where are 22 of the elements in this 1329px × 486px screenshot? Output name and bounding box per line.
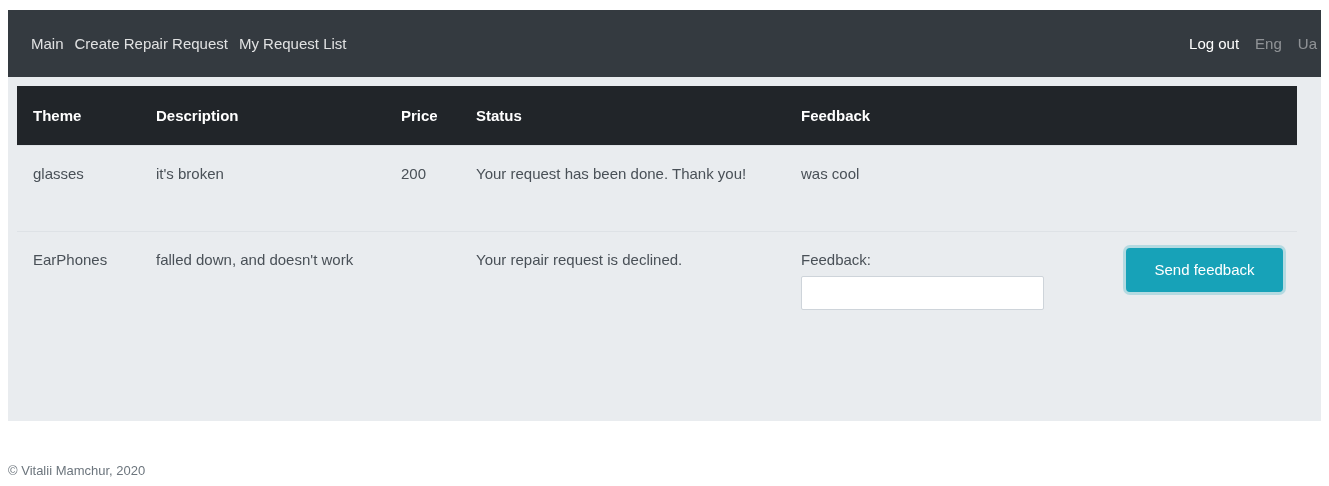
logout-link[interactable]: Log out — [1185, 35, 1244, 52]
table-cell: glasses — [17, 145, 140, 231]
table-cell: 200 — [385, 145, 460, 231]
feedback-field[interactable] — [801, 275, 1044, 310]
column-header: Status — [460, 86, 785, 145]
table-cell: EarPhones — [17, 231, 140, 324]
field-label: Feedback: — [801, 249, 873, 270]
table-cell: was cool — [785, 145, 1110, 231]
copyright-text: © Vitalii Mamchur, 2020 — [8, 462, 147, 478]
column-header: Feedback — [785, 86, 1110, 145]
table-cell: Your repair request is declined. — [460, 231, 785, 324]
nav-link[interactable]: Create Repair Request — [70, 35, 232, 52]
language-link[interactable]: Ua — [1293, 35, 1321, 52]
nav-link[interactable]: Main — [27, 35, 68, 52]
table-cell: Your request has been done. Thank you! — [460, 145, 785, 231]
column-header: Price — [385, 86, 460, 145]
table-cell: falled down, and doesn't work — [140, 231, 385, 324]
language-link[interactable]: Eng — [1251, 35, 1286, 52]
column-header: Theme — [17, 86, 140, 145]
column-header: Description — [140, 86, 385, 145]
table-cell: it's broken — [140, 145, 385, 231]
nav-link[interactable]: My Request List — [234, 35, 351, 52]
